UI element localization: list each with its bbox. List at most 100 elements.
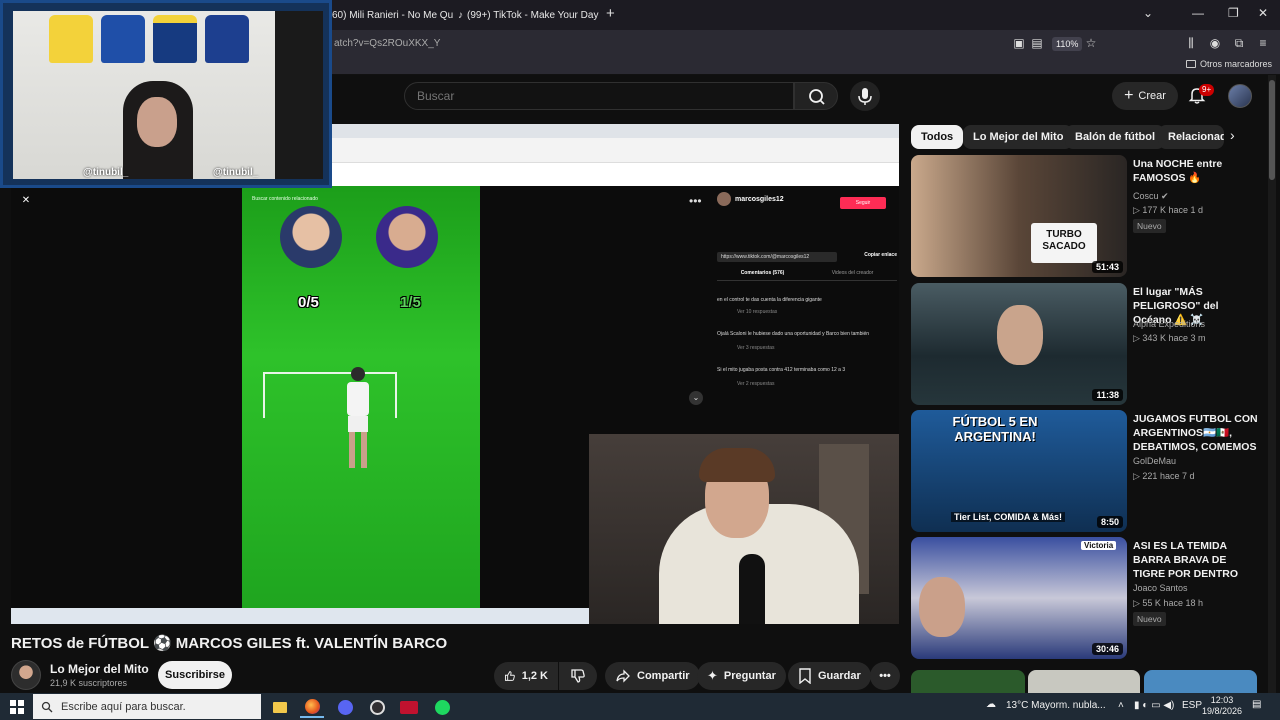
video-thumbnail[interactable]: 11:38 [911, 283, 1127, 405]
recommendation-channel[interactable]: Joaco Santos [1133, 583, 1188, 593]
instagram-handle: @tinubil_ [83, 167, 129, 178]
recommendation-channel[interactable]: GolDeMau [1133, 456, 1176, 466]
recommendation-channel[interactable]: Alpha Expeditions [1133, 319, 1205, 329]
minimize-icon[interactable]: — [1192, 6, 1204, 20]
thumbs-down-icon [571, 669, 585, 683]
search-box[interactable] [404, 82, 794, 110]
chevron-down-icon[interactable]: ⌄ [1143, 6, 1153, 20]
subscribe-button[interactable]: Suscribirse [158, 661, 232, 689]
chevron-right-icon[interactable]: › [1230, 127, 1235, 143]
dislike-button[interactable] [559, 662, 597, 690]
account-icon[interactable]: ◉ [1208, 36, 1222, 50]
chevron-up-icon[interactable]: ˄ [1118, 700, 1124, 711]
video-player[interactable]: Buscar contenido relacionado 0/5 1/5 ✕ •… [11, 124, 899, 624]
sparkle-icon: ✦ [707, 668, 718, 683]
channel-name[interactable]: Lo Mejor del Mito [50, 662, 149, 676]
url-text[interactable]: atch?v=Qs2ROuXKX_Y [334, 38, 440, 49]
search-input[interactable] [417, 89, 777, 103]
follow-button[interactable]: Seguir [840, 197, 886, 209]
close-icon[interactable]: ✕ [19, 194, 33, 208]
folder-icon [1185, 60, 1196, 68]
recommendation-title[interactable]: ASI ES LA TEMIDA BARRA BRAVA DE TIGRE PO… [1133, 539, 1259, 581]
weather-icon[interactable]: ☁ [986, 699, 996, 710]
maximize-icon[interactable]: ❐ [1228, 6, 1239, 20]
recommendation-item[interactable]: TURBO SACADO 51:43 Una NOCHE entre FAMOS… [911, 155, 1261, 277]
chip-todos[interactable]: Todos [911, 125, 964, 149]
save-button[interactable]: Guardar [788, 662, 871, 690]
chip-relacionados[interactable]: Relacionad [1158, 125, 1224, 149]
video-thumbnail[interactable] [1028, 670, 1140, 693]
windows-start-icon[interactable] [10, 700, 24, 714]
search-button[interactable] [794, 82, 838, 110]
recommendation-meta: ▷ 177 K hace 1 d [1133, 205, 1203, 215]
screen: 60) Mili Ranieri - No Me Qu ✕ ♪ (99+) Ti… [0, 0, 1280, 720]
tiktok-icon: ♪ [458, 9, 463, 21]
verified-icon: ✔ [1161, 191, 1169, 201]
video-thumbnail[interactable] [911, 670, 1025, 693]
like-button[interactable]: 1,2 K [494, 662, 558, 690]
obs-icon[interactable] [365, 696, 389, 718]
more-options-icon[interactable]: ••• [689, 194, 702, 208]
recommendation-title[interactable]: JUGAMOS FUTBOL CON ARGENTINOS🇦🇷🇲🇽, DEBAT… [1133, 412, 1259, 454]
alert-app-icon[interactable] [397, 696, 421, 718]
avatar[interactable] [1228, 84, 1252, 108]
video-thumbnail[interactable]: TURBO SACADO 51:43 [911, 155, 1127, 277]
spotify-icon[interactable] [430, 696, 454, 718]
channel-avatar[interactable] [11, 660, 41, 690]
tray-icons[interactable]: ▮ ◐ ▭ ◀) [1134, 700, 1174, 711]
tiktok-link: https://www.tiktok.com/@marcosgiles12 [717, 252, 837, 262]
jersey-yellow [49, 15, 93, 63]
weather-text[interactable]: 13°C Mayorm. nubla... [1006, 700, 1106, 711]
taskbar-clock[interactable]: 12:03 19/8/2026 [1200, 695, 1244, 717]
more-actions-button[interactable]: ••• [870, 662, 900, 690]
new-tab-icon[interactable]: + [606, 5, 615, 22]
creator-videos-tab[interactable]: Videos del creador [832, 270, 874, 276]
other-bookmarks[interactable]: Otros marcadores [1185, 59, 1272, 69]
bookmark-star-icon[interactable]: ☆ [1084, 36, 1098, 50]
voice-search-button[interactable] [850, 81, 880, 111]
browser-tab-tiktok[interactable]: ♪ (99+) TikTok - Make Your Day ✕ [452, 4, 602, 26]
taskbar-search[interactable]: Escribe aquí para buscar. [33, 694, 261, 719]
microphone-icon [858, 88, 872, 105]
recommendation-meta: ▷ 221 hace 7 d [1133, 471, 1195, 481]
comment-item: en el control te das cuenta la diferenci… [717, 297, 897, 315]
chip-lo-mejor-del-mito[interactable]: Lo Mejor del Mito [963, 125, 1074, 149]
extensions-icon[interactable]: ⧉ [1232, 36, 1246, 50]
chevron-down-icon[interactable]: ⌄ [689, 391, 703, 405]
language-indicator[interactable]: ESP [1182, 700, 1202, 711]
browser-tab-mili-ranieri[interactable]: 60) Mili Ranieri - No Me Qu ✕ [326, 4, 454, 26]
reader-view-icon[interactable]: ▤ [1030, 36, 1044, 50]
zoom-level[interactable]: 110% [1052, 37, 1083, 51]
view-replies-link[interactable]: Ver 3 respuestas [737, 345, 897, 351]
discord-icon[interactable] [333, 696, 357, 718]
scrollbar-thumb[interactable] [1269, 80, 1275, 180]
bookmark-icon [799, 668, 811, 684]
create-button[interactable]: + Crear [1112, 82, 1178, 110]
score-right: 1/5 [400, 294, 421, 311]
view-replies-link[interactable]: Ver 10 respuestas [737, 309, 897, 315]
video-thumbnail[interactable] [1144, 670, 1257, 693]
copy-link-button[interactable]: Copiar enlace [864, 252, 897, 262]
comments-tab[interactable]: Comentarios (576) [741, 270, 785, 276]
window-close-icon[interactable]: ✕ [1258, 6, 1268, 20]
recommendation-item[interactable]: 11:38 El lugar "MÁS PELIGROSO" del Océan… [911, 283, 1261, 405]
chip-balon-de-futbol[interactable]: Balón de fútbol [1065, 125, 1166, 149]
file-explorer-icon[interactable] [268, 696, 292, 718]
recommendation-title[interactable]: Una NOCHE entre FAMOSOS 🔥 [1133, 157, 1259, 185]
video-thumbnail[interactable]: Victoria 30:46 [911, 537, 1127, 659]
notifications-icon[interactable]: ▤ [1252, 699, 1266, 713]
tiktok-handle: @tinubil_ [213, 167, 259, 178]
firefox-icon[interactable] [300, 696, 324, 718]
thumbnail-location: Victoria [1081, 541, 1117, 550]
view-replies-link[interactable]: Ver 2 respuestas [737, 381, 897, 387]
webcam-overlay: @tinubil_ @tinubil_ [0, 0, 332, 188]
recommendation-item[interactable]: FÚTBOL 5 EN ARGENTINA! Tier List, COMIDA… [911, 410, 1261, 532]
video-thumbnail[interactable]: FÚTBOL 5 EN ARGENTINA! Tier List, COMIDA… [911, 410, 1127, 532]
library-icon[interactable]: ⫼ [1184, 36, 1198, 50]
recommendation-item[interactable]: Victoria 30:46 ASI ES LA TEMIDA BARRA BR… [911, 537, 1261, 659]
picture-in-picture-icon[interactable]: ▣ [1012, 36, 1026, 50]
ask-button[interactable]: ✦ Preguntar [697, 662, 786, 690]
menu-icon[interactable]: ≡ [1256, 36, 1270, 50]
share-button[interactable]: Compartir [605, 662, 700, 690]
recommendation-channel[interactable]: Coscu ✔ [1133, 191, 1169, 202]
